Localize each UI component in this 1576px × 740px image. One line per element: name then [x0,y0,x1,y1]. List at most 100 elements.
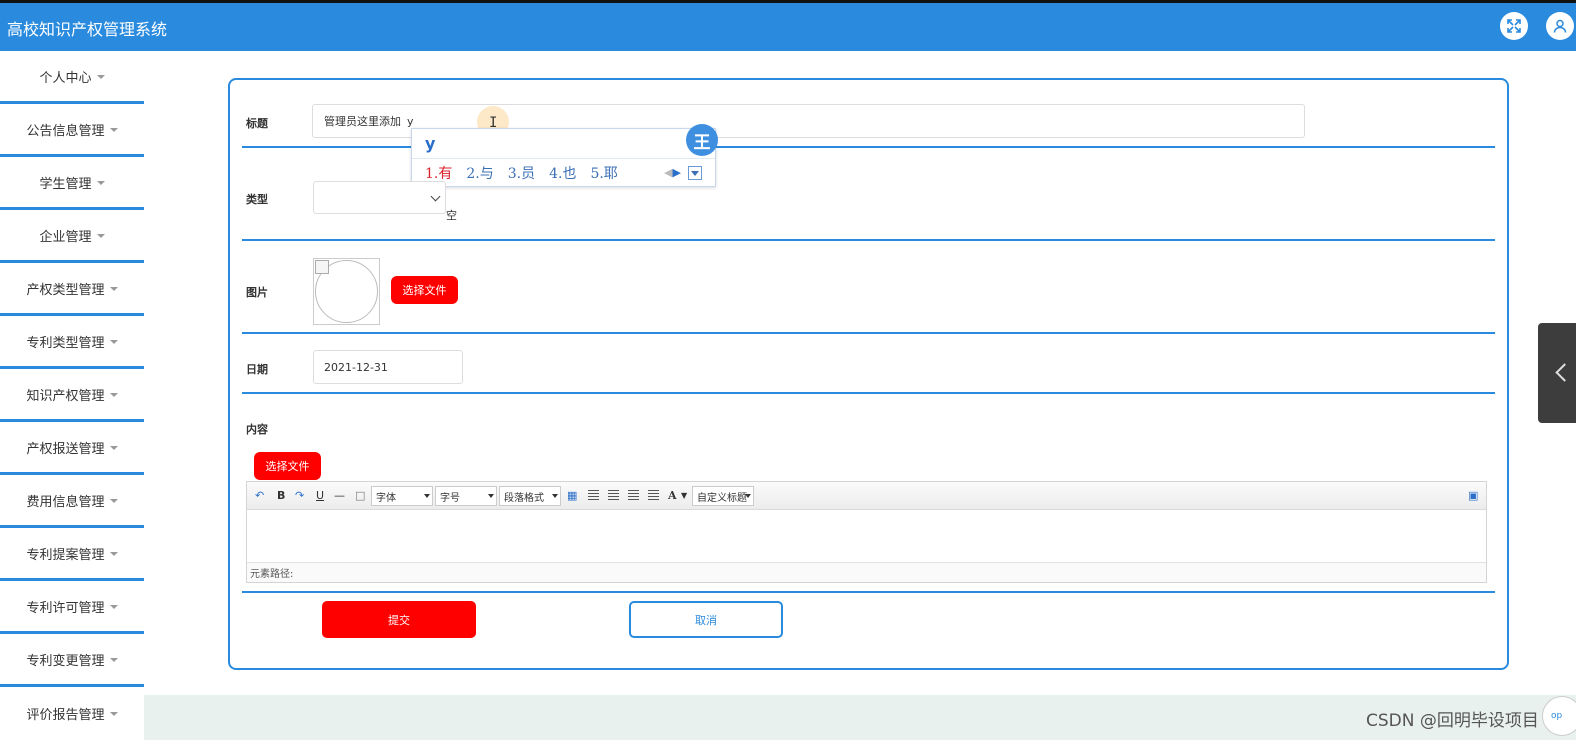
sidebar-item-label: 企业管理 [39,229,92,245]
cancel-button[interactable]: 取消 [629,601,783,638]
caret-down-icon [109,551,118,556]
redo-icon[interactable]: ↷ [295,487,304,503]
sidebar-item-personal-center[interactable]: 个人中心 [0,51,144,104]
align-right-icon[interactable] [608,490,619,500]
sidebar-item-patent-proposals[interactable]: 专利提案管理 [0,528,144,581]
type-label: 类型 [246,193,268,206]
sidebar-item-property-types[interactable]: 产权类型管理 [0,263,144,316]
underline-button[interactable]: U [316,487,324,503]
title-input-value: 管理员这里添加 [324,115,401,128]
row-divider [242,591,1495,593]
chevron-down-icon [488,494,494,498]
sidebar-item-patent-types[interactable]: 专利类型管理 [0,316,144,369]
bold-button[interactable]: B [277,487,285,503]
align-left-icon[interactable] [588,490,599,500]
content-label: 内容 [246,423,268,436]
font-size-select[interactable]: 字号 [435,486,497,506]
submit-button[interactable]: 提交 [322,601,476,638]
align-justify-icon[interactable] [648,490,659,500]
sidebar-item-companies[interactable]: 企业管理 [0,210,144,263]
date-label: 日期 [246,363,268,376]
expand-icon [1507,19,1521,33]
sidebar-item-label: 学生管理 [39,176,92,192]
caret-down-icon [109,339,118,344]
type-select[interactable] [313,181,446,214]
paragraph-format-select[interactable]: 段落格式 [499,486,561,506]
sidebar-item-students[interactable]: 学生管理 [0,157,144,210]
chevron-down-icon[interactable]: ▼ [681,487,687,503]
broken-image-icon [315,260,329,274]
image-upload-button[interactable]: 选择文件 [391,276,458,304]
sidebar-item-label: 产权报送管理 [26,441,105,457]
caret-down-icon [109,445,118,450]
fullscreen-button[interactable] [1500,12,1528,40]
row-divider [242,392,1495,394]
ime-candidate[interactable]: 3.员 [508,166,535,182]
content-upload-button[interactable]: 选择文件 [254,452,321,480]
fullscreen-editor-icon[interactable]: ▣ [1468,487,1478,503]
font-size-value: 字号 [440,492,460,504]
sidebar-item-evaluation-reports[interactable]: 评价报告管理 [0,687,144,740]
chevron-left-icon [1555,363,1574,382]
chevron-down-icon [424,494,430,498]
table-icon[interactable]: ▦ [567,487,577,503]
sidebar-item-label: 评价报告管理 [26,708,105,723]
side-collapse-tab[interactable] [1538,323,1576,423]
editor-toolbar: ↶ B ↷ U — □ 字体 字号 段落格式 ▦ A ▼ 自定义标题 ▣ [247,482,1486,510]
chevron-down-icon [745,494,751,498]
title-label: 标题 [246,117,268,130]
custom-heading-value: 自定义标题 [697,492,747,504]
font-family-select[interactable]: 字体 [371,486,433,506]
ime-candidate[interactable]: 1.有 [425,166,452,182]
image-preview [313,258,380,325]
date-input[interactable]: 2021-12-31 [313,350,463,384]
user-button[interactable] [1546,12,1574,40]
sidebar-item-label: 费用信息管理 [26,494,105,510]
ime-candidate[interactable]: 2.与 [466,166,493,182]
ime-logo: 王 [686,124,718,156]
sidebar-item-announcements[interactable]: 公告信息管理 [0,104,144,157]
ime-separator [412,158,715,159]
ime-expand-button[interactable] [688,166,702,180]
row-divider [242,239,1495,241]
caret-down-icon [96,74,105,79]
ime-candidate[interactable]: 4.也 [549,166,576,182]
corner-widget[interactable]: op [1542,696,1576,736]
ime-candidates: 1.有 2.与 3.员 4.也 5.耶 [425,163,632,183]
footer-strip [144,695,1576,740]
horizontal-rule-icon[interactable]: — [334,487,345,503]
app-title: 高校知识产权管理系统 [7,20,168,39]
caret-down-icon [109,127,118,132]
undo-icon[interactable]: ↶ [255,487,264,503]
sidebar-item-label: 专利提案管理 [26,547,105,563]
page-icon[interactable]: □ [355,487,365,503]
caret-down-icon [109,498,118,503]
app-header: 高校知识产权管理系统 [0,3,1576,51]
custom-heading-select[interactable]: 自定义标题 [692,486,754,506]
caret-down-icon [109,657,118,662]
caret-down-icon [109,604,118,609]
sidebar: 个人中心 公告信息管理 学生管理 企业管理 产权类型管理 专利类型管理 知识产权… [0,51,144,740]
sidebar-item-label: 产权类型管理 [26,282,105,298]
user-icon [1553,19,1567,33]
sidebar-item-label: 专利类型管理 [26,335,105,351]
caret-down-icon [109,712,118,716]
sidebar-item-label: 公告信息管理 [26,123,105,139]
ime-candidate[interactable]: 5.耶 [590,166,617,182]
watermark: CSDN @回明毕设项目 [1366,711,1539,731]
font-color-button[interactable]: A [668,487,677,503]
sidebar-item-patent-licenses[interactable]: 专利许可管理 [0,581,144,634]
align-center-icon[interactable] [628,490,639,500]
sidebar-item-fees[interactable]: 费用信息管理 [0,475,144,528]
sidebar-item-ip[interactable]: 知识产权管理 [0,369,144,422]
chevron-down-icon [691,170,699,176]
title-input-typing: y [407,114,414,128]
sidebar-item-label: 专利变更管理 [26,653,105,669]
ime-page-nav[interactable]: ◀▶ [664,166,681,179]
sidebar-item-label: 知识产权管理 [26,388,105,404]
chevron-down-icon [430,191,441,202]
sidebar-item-label: 个人中心 [39,70,92,86]
rich-text-editor: ↶ B ↷ U — □ 字体 字号 段落格式 ▦ A ▼ 自定义标题 ▣ 元素路… [246,481,1487,583]
sidebar-item-patent-changes[interactable]: 专利变更管理 [0,634,144,687]
sidebar-item-property-reports[interactable]: 产权报送管理 [0,422,144,475]
